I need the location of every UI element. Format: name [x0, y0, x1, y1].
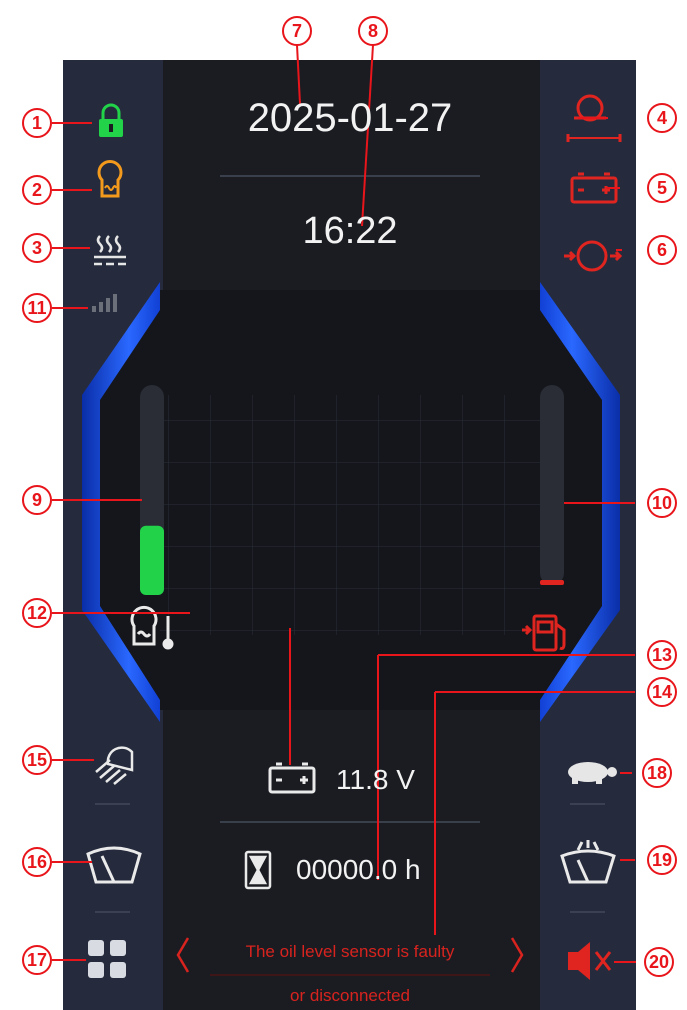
callout-13: 13	[647, 640, 677, 670]
callout-17: 17	[22, 945, 52, 975]
callout-6: 6	[647, 235, 677, 265]
date-display: 2025-01-27	[247, 96, 453, 140]
fuel-gauge-track	[540, 385, 564, 585]
callout-8: 8	[358, 16, 388, 46]
callout-11: 11	[22, 293, 52, 323]
coolant-gauge-fill	[140, 525, 164, 595]
callout-14: 14	[647, 677, 677, 707]
callout-3: 3	[22, 233, 52, 263]
callout-2: 2	[22, 175, 52, 205]
engine-hours: 00000.0 h	[296, 854, 421, 885]
fuel-gauge-fill	[540, 580, 564, 585]
callout-19: 19	[647, 845, 677, 875]
callout-5: 5	[647, 173, 677, 203]
callout-12: 12	[22, 598, 52, 628]
callout-7: 7	[282, 16, 312, 46]
callout-1: 1	[22, 108, 52, 138]
callout-9: 9	[22, 485, 52, 515]
callout-16: 16	[22, 847, 52, 877]
fault-message-line2: or disconnected	[289, 986, 411, 1005]
fault-message-line1: The oil level sensor is faulty	[245, 942, 455, 961]
callout-18: 18	[642, 758, 672, 788]
center-grid	[160, 395, 540, 635]
callout-4: 4	[647, 103, 677, 133]
callout-20: 20	[644, 947, 674, 977]
callout-10: 10	[647, 488, 677, 518]
time-display: 16:22	[302, 210, 398, 252]
battery-voltage: 11.8 V	[336, 764, 415, 795]
callout-15: 15	[22, 745, 52, 775]
